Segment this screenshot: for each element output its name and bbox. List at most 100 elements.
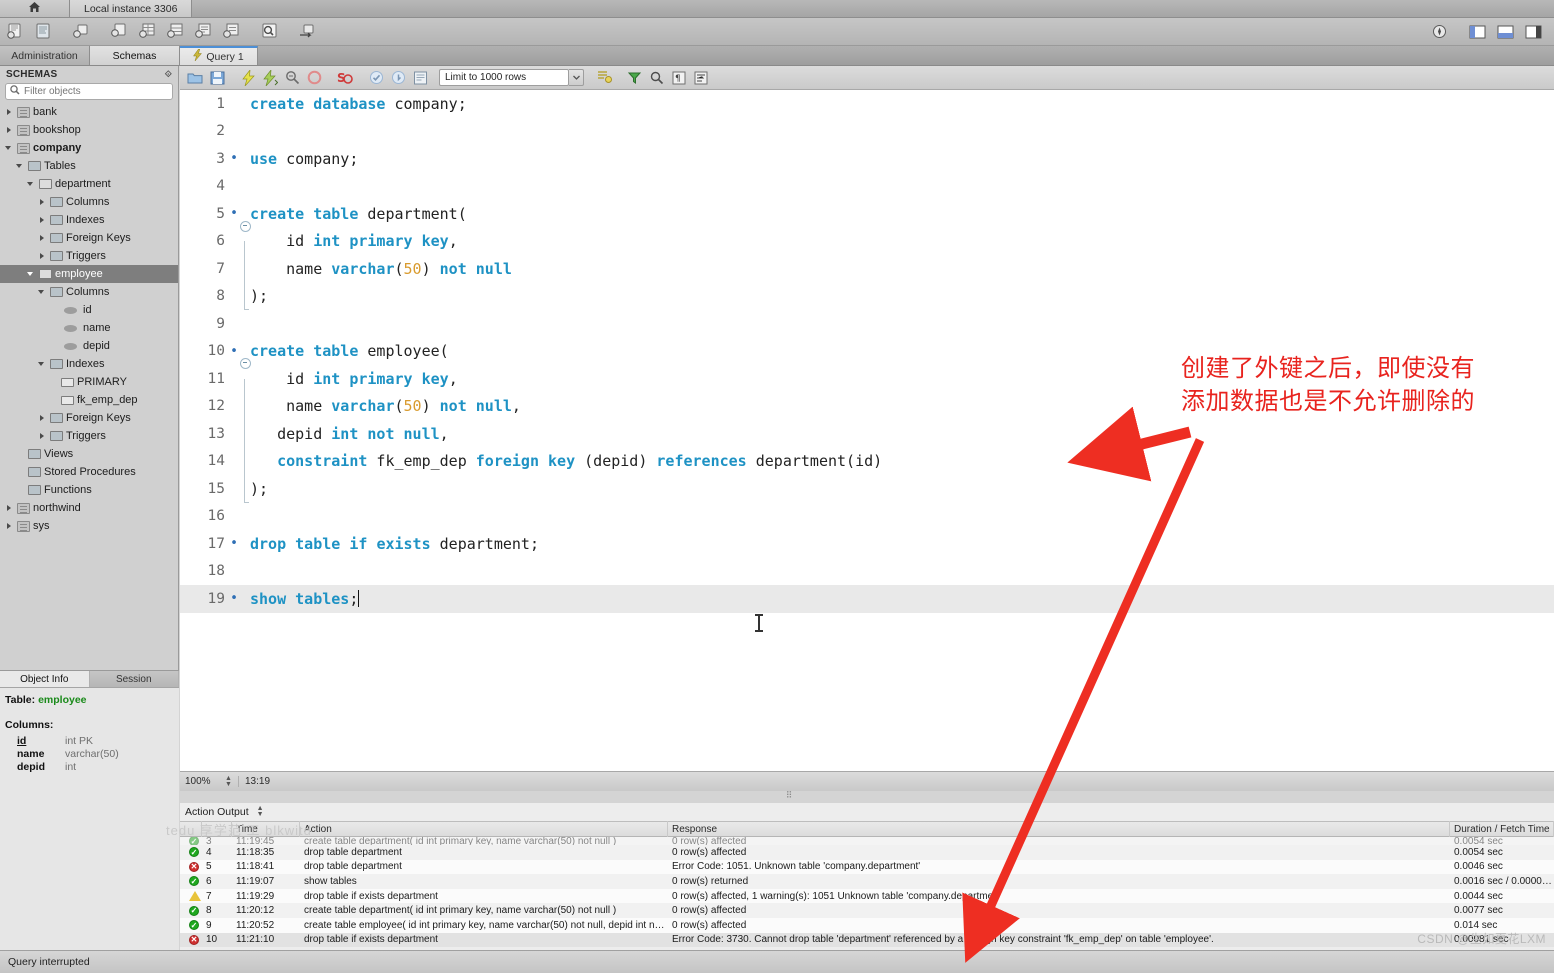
editor-zoom-level[interactable]: 100% bbox=[185, 776, 219, 787]
code-line[interactable]: 4 bbox=[180, 173, 1554, 201]
editor-zoom-stepper[interactable]: ▲▼ bbox=[223, 775, 234, 789]
schema-tree[interactable]: bankbookshopcompanyTablesdepartmentColum… bbox=[0, 103, 178, 683]
toggle-output-icon[interactable] bbox=[1492, 21, 1518, 43]
chevron-right-icon[interactable] bbox=[37, 233, 47, 243]
tree-item-indexes[interactable]: Indexes bbox=[0, 355, 178, 373]
code-line[interactable]: 8); bbox=[180, 283, 1554, 311]
code-line[interactable]: 13 depid int not null, bbox=[180, 420, 1554, 448]
filter-objects-input[interactable] bbox=[24, 86, 168, 97]
output-splitter-handle[interactable]: ⠿ bbox=[777, 791, 801, 799]
code-line[interactable]: 2 bbox=[180, 118, 1554, 146]
tree-item-columns[interactable]: Columns bbox=[0, 283, 178, 301]
tree-item-northwind[interactable]: northwind bbox=[0, 499, 178, 517]
reverse-engineer-icon[interactable] bbox=[294, 21, 320, 43]
open-sql-script-icon[interactable] bbox=[30, 21, 56, 43]
code-line[interactable]: 5•create table department( bbox=[180, 200, 1554, 228]
chevron-right-icon[interactable] bbox=[37, 215, 47, 225]
action-output-row[interactable]: ✓311:19:45create table department( id in… bbox=[180, 837, 1554, 845]
save-script-icon[interactable] bbox=[206, 68, 228, 88]
code-line[interactable]: 9 bbox=[180, 310, 1554, 338]
tab-session[interactable]: Session bbox=[90, 671, 180, 687]
tree-item-primary[interactable]: PRIMARY bbox=[0, 373, 178, 391]
toggle-sidebar-icon[interactable] bbox=[1464, 21, 1490, 43]
tree-item-company[interactable]: company bbox=[0, 139, 178, 157]
tree-item-tables[interactable]: Tables bbox=[0, 157, 178, 175]
tree-item-foreign-keys[interactable]: Foreign Keys bbox=[0, 409, 178, 427]
tree-item-name[interactable]: name bbox=[0, 319, 178, 337]
tree-item-functions[interactable]: Functions bbox=[0, 481, 178, 499]
wrap-lines-icon[interactable] bbox=[690, 68, 712, 88]
action-output-row[interactable]: ✕511:18:41drop table departmentError Cod… bbox=[180, 860, 1554, 875]
chevron-right-icon[interactable] bbox=[4, 107, 14, 117]
action-output-rows[interactable]: ✓311:19:45create table department( id in… bbox=[180, 837, 1554, 947]
search-objects-icon[interactable] bbox=[256, 21, 282, 43]
new-table-icon[interactable] bbox=[134, 21, 160, 43]
chevron-right-icon[interactable] bbox=[37, 413, 47, 423]
filter-objects-box[interactable] bbox=[5, 83, 173, 100]
chevron-down-icon[interactable] bbox=[4, 143, 14, 153]
action-output-row[interactable]: ✓911:20:52create table employee( id int … bbox=[180, 918, 1554, 933]
code-line[interactable]: 7 name varchar(50) not null bbox=[180, 255, 1554, 283]
code-line[interactable]: 3•use company; bbox=[180, 145, 1554, 173]
execute-icon[interactable] bbox=[237, 68, 259, 88]
toggle-secondary-sidebar-icon[interactable] bbox=[1520, 21, 1546, 43]
code-line[interactable]: 14 constraint fk_emp_dep foreign key (de… bbox=[180, 448, 1554, 476]
rollback-icon[interactable] bbox=[387, 68, 409, 88]
new-sql-tab-icon[interactable] bbox=[2, 21, 28, 43]
limit-rows-select[interactable]: Limit to 1000 rows bbox=[439, 69, 569, 86]
code-line[interactable]: 17•drop table if exists department; bbox=[180, 530, 1554, 558]
tree-item-triggers[interactable]: Triggers bbox=[0, 427, 178, 445]
sidebar-options-icon[interactable]: ⟐ bbox=[165, 69, 172, 80]
tab-query-1[interactable]: Query 1 bbox=[180, 46, 258, 65]
code-line[interactable]: 10•create table employee( bbox=[180, 338, 1554, 366]
commit-icon[interactable] bbox=[365, 68, 387, 88]
tree-item-department[interactable]: department bbox=[0, 175, 178, 193]
explain-icon[interactable] bbox=[281, 68, 303, 88]
action-output-row[interactable]: ✓611:19:07show tables0 row(s) returned0.… bbox=[180, 874, 1554, 889]
action-output-selector[interactable]: ▲▼ bbox=[255, 805, 266, 819]
tree-item-triggers[interactable]: Triggers bbox=[0, 247, 178, 265]
limit-rows-dropdown-button[interactable] bbox=[569, 69, 584, 86]
chevron-down-icon[interactable] bbox=[37, 359, 47, 369]
new-view-icon[interactable] bbox=[162, 21, 188, 43]
code-line[interactable]: 11 id int primary key, bbox=[180, 365, 1554, 393]
new-schema-icon[interactable] bbox=[106, 21, 132, 43]
chevron-right-icon[interactable] bbox=[37, 197, 47, 207]
tree-item-sys[interactable]: sys bbox=[0, 517, 178, 535]
chevron-down-icon[interactable] bbox=[26, 179, 36, 189]
tree-item-bank[interactable]: bank bbox=[0, 103, 178, 121]
new-function-icon[interactable] bbox=[218, 21, 244, 43]
stop-icon[interactable] bbox=[303, 68, 325, 88]
chevron-down-icon[interactable] bbox=[15, 161, 25, 171]
chevron-right-icon[interactable] bbox=[4, 125, 14, 135]
chevron-right-icon[interactable] bbox=[37, 251, 47, 261]
tree-item-id[interactable]: id bbox=[0, 301, 178, 319]
tree-item-columns[interactable]: Columns bbox=[0, 193, 178, 211]
code-line[interactable]: 15); bbox=[180, 475, 1554, 503]
new-procedure-icon[interactable] bbox=[190, 21, 216, 43]
home-tab[interactable] bbox=[0, 0, 70, 17]
tree-item-bookshop[interactable]: bookshop bbox=[0, 121, 178, 139]
toggle-help-icon[interactable] bbox=[1426, 21, 1452, 43]
chevron-right-icon[interactable] bbox=[4, 503, 14, 513]
tree-item-stored-procedures[interactable]: Stored Procedures bbox=[0, 463, 178, 481]
chevron-down-icon[interactable] bbox=[37, 287, 47, 297]
action-output-row[interactable]: ✓411:18:35drop table department0 row(s) … bbox=[180, 845, 1554, 860]
code-line[interactable]: 16 bbox=[180, 503, 1554, 531]
action-output-row[interactable]: ✕1011:21:10drop table if exists departme… bbox=[180, 933, 1554, 948]
tab-schemas[interactable]: Schemas bbox=[90, 46, 180, 65]
code-line[interactable]: 19•show tables; bbox=[180, 585, 1554, 613]
code-line[interactable]: 12 name varchar(50) not null, bbox=[180, 393, 1554, 421]
tab-administration[interactable]: Administration bbox=[0, 46, 90, 65]
autocommit-icon[interactable] bbox=[409, 68, 431, 88]
invisible-chars-icon[interactable]: ¶ bbox=[668, 68, 690, 88]
tree-item-foreign-keys[interactable]: Foreign Keys bbox=[0, 229, 178, 247]
sql-code-area[interactable]: 1create database company;23•use company;… bbox=[180, 90, 1554, 771]
beautify-icon[interactable] bbox=[593, 68, 615, 88]
new-ee-model-icon[interactable] bbox=[68, 21, 94, 43]
instance-tab[interactable]: Local instance 3306 bbox=[70, 0, 192, 17]
code-line[interactable]: 1create database company; bbox=[180, 90, 1554, 118]
code-line[interactable]: 6 id int primary key, bbox=[180, 228, 1554, 256]
find-icon[interactable] bbox=[624, 68, 646, 88]
tab-object-info[interactable]: Object Info bbox=[0, 671, 90, 687]
